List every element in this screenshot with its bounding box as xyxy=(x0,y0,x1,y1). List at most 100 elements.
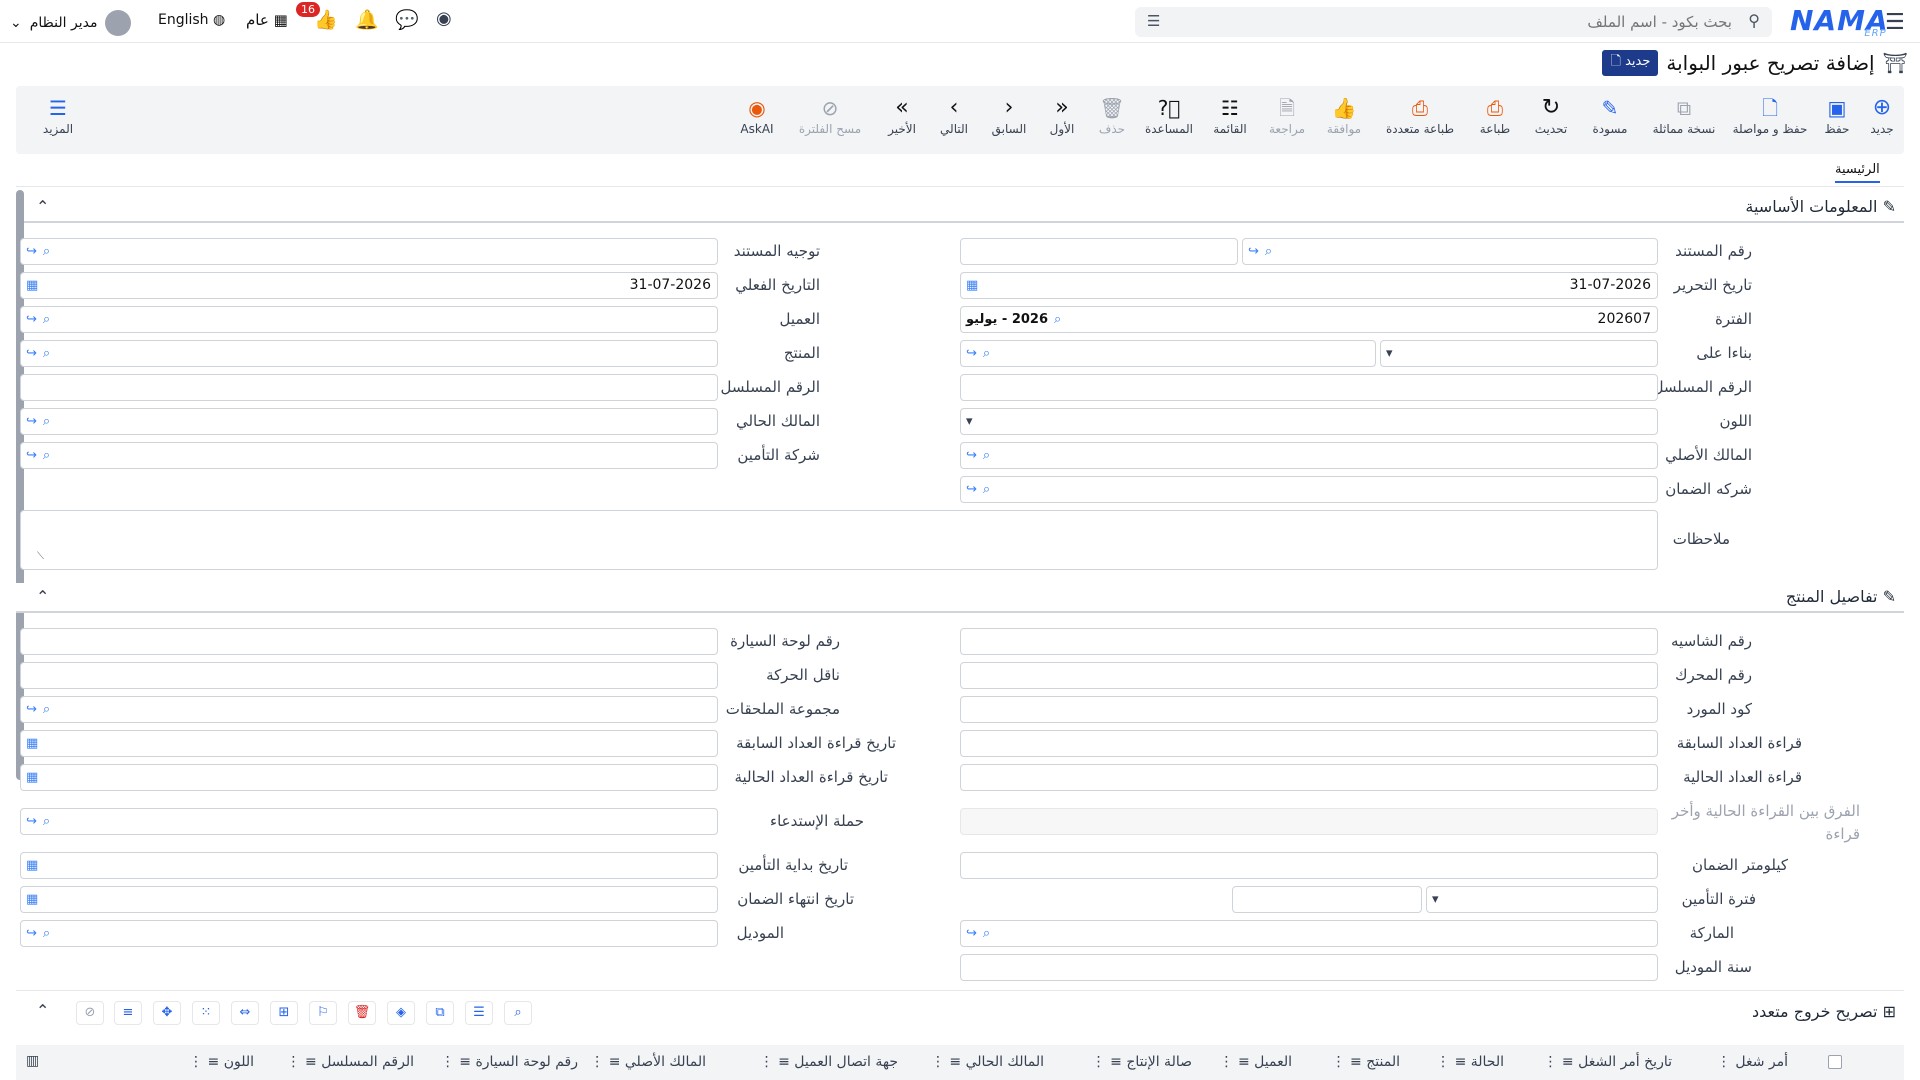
model-field[interactable]: ⌕ ↪ xyxy=(20,920,718,947)
prev-reading-field[interactable] xyxy=(960,730,1658,757)
columns-icon[interactable]: ▥ xyxy=(26,1053,39,1069)
grid-dots-icon[interactable]: ⁙ xyxy=(192,1001,220,1025)
share-icon[interactable]: ↪ xyxy=(26,809,37,834)
tab-main[interactable]: الرئيسية xyxy=(1835,162,1880,183)
approve-button[interactable]: 👍 موافقة xyxy=(1317,94,1371,136)
sort-list-icon[interactable]: ☰ xyxy=(465,1001,493,1025)
search-icon[interactable]: ⌕ xyxy=(983,341,990,366)
current-owner-field[interactable]: ⌕ ↪ xyxy=(20,408,718,435)
user-menu[interactable]: ⌄ مدير النظام xyxy=(10,10,132,36)
save-button[interactable]: ▣ حفظ xyxy=(1815,94,1859,136)
search-icon[interactable]: ⌕ xyxy=(983,477,990,502)
calendar-icon[interactable]: ▦ xyxy=(966,273,978,298)
doc-number-aux-field[interactable] xyxy=(960,238,1238,265)
column-header[interactable]: المالك الحالي ≡ ⋮ xyxy=(931,1054,1044,1070)
review-button[interactable]: 🗎 مراجعة xyxy=(1262,94,1312,136)
doc-routing-field[interactable]: ⌕ ↪ xyxy=(20,238,718,265)
refresh-button[interactable]: ↻ تحديث xyxy=(1525,94,1577,136)
calendar-icon[interactable]: ▦ xyxy=(26,765,38,790)
search-icon[interactable]: ⌕ xyxy=(43,921,50,946)
search-icon[interactable]: ⌕ xyxy=(983,443,990,468)
search-icon[interactable]: ⌕ xyxy=(43,307,50,332)
last-button[interactable]: « الأخير xyxy=(878,94,926,136)
insurance-period-value-field[interactable] xyxy=(1232,886,1422,913)
clear-filter-icon[interactable]: ⊘ xyxy=(76,1001,104,1025)
column-header[interactable]: تاريخ أمر الشغل ≡ ⋮ xyxy=(1543,1054,1672,1070)
search-icon[interactable]: ⌕ xyxy=(43,239,50,264)
accessories-field[interactable]: ⌕ ↪ xyxy=(20,696,718,723)
share-icon[interactable]: ↪ xyxy=(26,697,37,722)
warranty-km-field[interactable] xyxy=(960,852,1658,879)
search-icon[interactable]: ⌕ xyxy=(1265,239,1272,264)
column-header[interactable]: جهة اتصال العميل ≡ ⋮ xyxy=(760,1054,898,1070)
search-icon[interactable]: ⌕ xyxy=(43,809,50,834)
exit-run-icon[interactable]: ⚐ xyxy=(309,1001,337,1025)
column-header[interactable]: أمر شغل ⋮ xyxy=(1717,1054,1788,1070)
select-all-checkbox[interactable] xyxy=(1828,1055,1842,1069)
share-icon[interactable]: ↪ xyxy=(26,443,37,468)
column-header[interactable]: المنتج ≡ ⋮ xyxy=(1332,1054,1400,1070)
period-field[interactable]: 202607 ⌕ 2026 - يوليو xyxy=(960,306,1658,333)
brand-field[interactable]: ⌕ ↪ xyxy=(960,920,1658,947)
warranty-end-field[interactable]: ▦ xyxy=(20,886,718,913)
copy-button[interactable]: ⧉ نسخة مماثلة xyxy=(1644,94,1724,136)
search-icon[interactable]: ⌕ xyxy=(43,409,50,434)
share-icon[interactable]: ↪ xyxy=(26,921,37,946)
search-icon[interactable]: ⌕ xyxy=(43,341,50,366)
new-button[interactable]: ⊕ جديد xyxy=(1860,94,1904,136)
carrier-field[interactable] xyxy=(20,662,718,689)
column-header[interactable]: الرقم المسلسل ≡ ⋮ xyxy=(287,1054,414,1070)
filter-icon[interactable]: ☰ xyxy=(1147,12,1160,30)
resize-handle-icon[interactable]: ⟋ xyxy=(37,544,44,569)
engine-field[interactable] xyxy=(960,662,1658,689)
model-year-field[interactable] xyxy=(960,954,1658,981)
chassis-field[interactable] xyxy=(960,628,1658,655)
first-button[interactable]: » الأول xyxy=(1040,94,1084,136)
search-icon[interactable]: ⌕ xyxy=(983,921,990,946)
serial2-field[interactable] xyxy=(20,374,718,401)
calendar-icon[interactable]: ▦ xyxy=(26,853,38,878)
calendar-icon[interactable]: ▦ xyxy=(26,273,38,298)
share-icon[interactable]: ↪ xyxy=(966,921,977,946)
share-icon[interactable]: ↪ xyxy=(966,341,977,366)
insurance-period-select[interactable]: ▾ xyxy=(1426,886,1658,913)
plate-field[interactable] xyxy=(20,628,718,655)
list-button[interactable]: ☷ القائمة xyxy=(1204,94,1256,136)
table-icon[interactable]: ⊞ xyxy=(270,1001,298,1025)
share-icon[interactable]: ↪ xyxy=(26,239,37,264)
copy-icon[interactable]: ⧉ xyxy=(426,1001,454,1025)
search-icon[interactable]: ⌕ xyxy=(43,697,50,722)
search-icon[interactable]: ⌕ xyxy=(43,443,50,468)
layers-icon[interactable]: ◈ xyxy=(387,1001,415,1025)
share-icon[interactable]: ↪ xyxy=(1248,239,1259,264)
share-icon[interactable]: ↪ xyxy=(966,477,977,502)
warranty-company-field[interactable]: ⌕ ↪ xyxy=(960,476,1658,503)
filter-icon[interactable]: ≡ xyxy=(114,1001,142,1025)
actual-date-field[interactable]: 31-07-2026 ▦ xyxy=(20,272,718,299)
help-button[interactable]: ?⃝ المساعدة xyxy=(1139,94,1199,136)
column-header[interactable]: صالة الإنتاج ≡ ⋮ xyxy=(1092,1054,1192,1070)
share-icon[interactable]: ↪ xyxy=(26,307,37,332)
general-menu[interactable]: عام ▦ xyxy=(246,11,288,29)
fit-columns-icon[interactable]: ⇔ xyxy=(231,1001,259,1025)
search-icon[interactable]: ⌕ xyxy=(1054,307,1061,332)
curr-reading-field[interactable] xyxy=(960,764,1658,791)
column-header[interactable]: اللون ≡ ⋮ xyxy=(189,1054,254,1070)
language-switch[interactable]: English ◍ xyxy=(158,12,225,28)
insurance-start-field[interactable]: ▦ xyxy=(20,852,718,879)
prev-reading-date-field[interactable]: ▦ xyxy=(20,730,718,757)
askai-button[interactable]: ◉ AskAI xyxy=(732,94,782,136)
calendar-icon[interactable]: ▦ xyxy=(26,887,38,912)
collapse-chevron-icon[interactable]: ⌃ xyxy=(36,197,49,216)
curr-reading-date-field[interactable]: ▦ xyxy=(20,764,718,791)
bell-icon[interactable]: 🔔 xyxy=(355,8,379,31)
notes-textarea[interactable]: ⟋ xyxy=(20,510,1658,570)
supplier-code-field[interactable] xyxy=(960,696,1658,723)
product-field[interactable]: ⌕ ↪ xyxy=(20,340,718,367)
share-icon[interactable]: ↪ xyxy=(26,409,37,434)
delete-button[interactable]: 🗑 حذف xyxy=(1090,94,1134,136)
search-input[interactable] xyxy=(1175,7,1732,37)
original-owner-field[interactable]: ⌕ ↪ xyxy=(960,442,1658,469)
draft-button[interactable]: ✎ مسودة xyxy=(1582,94,1638,136)
column-header[interactable]: المالك الأصلي ≡ ⋮ xyxy=(590,1054,706,1070)
